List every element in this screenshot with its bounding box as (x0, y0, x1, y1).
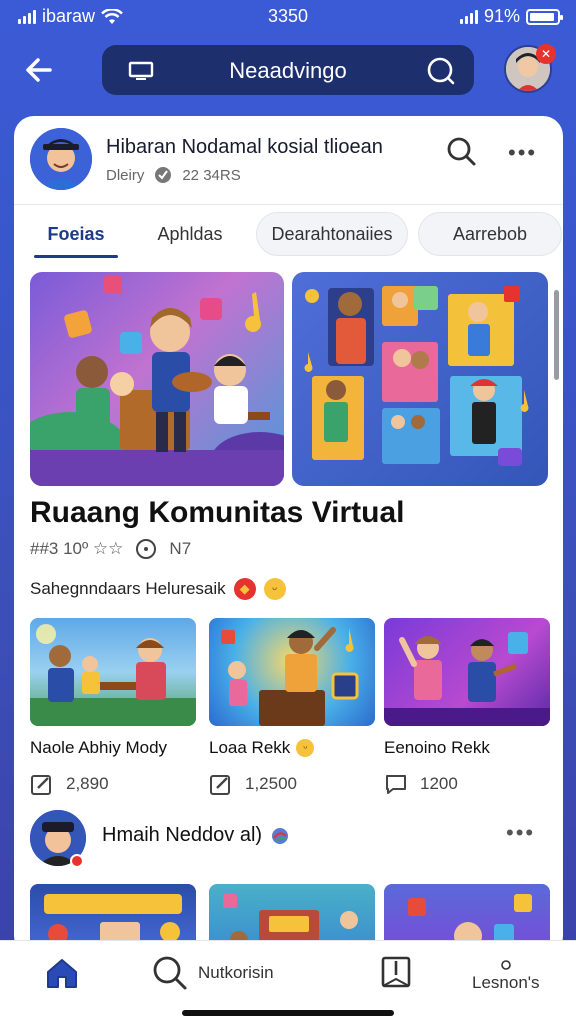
heart-emoji-icon: ◆ (233, 578, 256, 600)
post-name-row: Hmaih Neddov al) (102, 824, 290, 847)
profile-title: Hibaran Nodamal kosial tlioean (106, 136, 383, 158)
grid-count-2: 1,2500 (245, 774, 297, 793)
notification-badge: ✕ (536, 44, 556, 64)
divider (14, 204, 563, 205)
grid-count-row-2: 1,2500 (209, 772, 375, 796)
comment-icon (386, 775, 406, 794)
nav-lessons[interactable]: Lesnon's (472, 959, 540, 993)
nav-home[interactable] (44, 955, 80, 991)
online-badge (70, 854, 84, 868)
search-icon[interactable] (426, 56, 456, 86)
section-meta: #‪#3 10º ☆☆ N7 (30, 538, 191, 560)
more-options-icon[interactable]: ••• (506, 820, 535, 846)
grid-item-1[interactable]: Naole Abhiy Mody 2,890 (30, 618, 196, 796)
grid-image-3 (384, 618, 550, 726)
smile-emoji-icon: ᵕ (296, 739, 315, 757)
section-meta-tags: #‪#3 10º ☆☆ (30, 539, 124, 558)
hero-image-collage[interactable] (292, 272, 548, 486)
grid-label-2-row: Loaa Rekk ᵕ (209, 738, 375, 758)
nav-search-label: Nutkorisin (198, 963, 274, 982)
tab-foeias[interactable]: Foeias (34, 212, 118, 258)
globe-icon (272, 827, 289, 844)
status-bar: ibaraw 3350 91% (0, 0, 576, 36)
grid-count-row-3: 1200 (384, 772, 550, 796)
dot-icon (500, 960, 511, 970)
globe-icon (155, 167, 172, 183)
home-icon (47, 959, 77, 988)
card-header: Hibaran Nodamal kosial tlioean Dleiry 22… (14, 116, 563, 204)
more-options-icon[interactable]: ••• (508, 140, 537, 166)
battery-icon (526, 8, 563, 25)
tab-bar: Foeias Aphldas Dearahtonaiies Aarrebob (28, 208, 562, 260)
grid-label-3: Eenoino Rekk (384, 738, 490, 757)
hero-illustration (30, 276, 284, 486)
section-subtitle-row: Sahegnndaars Heluresaik ◆ ᵕ (30, 578, 286, 600)
edit-icon (210, 775, 230, 795)
grid-count-row-1: 2,890 (30, 772, 196, 796)
nav-bookmarks[interactable] (380, 955, 412, 991)
grid-item-3[interactable]: Eenoino Rekk 1200 (384, 618, 550, 796)
nav-lessons-label: Lesnon's (472, 973, 540, 992)
section-title: Ruaang Komunitas Virtual (30, 496, 405, 529)
main-card: Hibaran Nodamal kosial tlioean Dleiry 22… (14, 116, 563, 956)
profile-meta: Dleiry 22 34RS (106, 166, 241, 184)
profile-avatar[interactable] (30, 128, 92, 190)
section-subtitle: Sahegnndaars Heluresaik (30, 579, 226, 598)
search-icon[interactable] (446, 136, 478, 168)
collage-illustration (304, 286, 529, 466)
back-button[interactable] (18, 50, 58, 90)
home-indicator (182, 1010, 394, 1016)
scrollbar-thumb[interactable] (554, 290, 559, 380)
profile-meta-name: Dleiry (106, 166, 145, 184)
tab-dearahtonaiies[interactable]: Dearahtonaiies (256, 212, 408, 256)
clock-icon (136, 539, 157, 559)
nav-search[interactable]: Nutkorisin (152, 955, 274, 991)
tab-aphldas[interactable]: Aphldas (136, 212, 244, 256)
signal-strength-icon (459, 9, 478, 24)
hero-image-music-kids[interactable] (30, 272, 284, 486)
grid-image-1 (30, 618, 196, 726)
grid-count-3: 1200 (420, 774, 458, 793)
section-meta-count: N7 (169, 539, 192, 558)
grid-label-1: Naole Abhiy Mody (30, 738, 168, 757)
post-row[interactable]: Hmaih Neddov al) ••• (30, 810, 550, 870)
top-search-bar[interactable]: Neaadvingo (102, 45, 474, 95)
tab-aarrebob[interactable]: Aarrebob (418, 212, 562, 256)
nav-title: Neaadvingo (229, 58, 347, 83)
smile-emoji-icon: ᵕ (263, 578, 286, 600)
edit-icon (31, 775, 51, 795)
grid-item-2[interactable]: Loaa Rekk ᵕ 1,2500 (209, 618, 375, 796)
grid-image-2 (209, 618, 375, 726)
search-icon (153, 956, 187, 990)
book-icon (381, 956, 411, 988)
profile-meta-count: 22 34RS (182, 166, 241, 184)
post-name: Hmaih Neddov al) (102, 824, 263, 846)
arrow-left-icon (26, 58, 52, 82)
profile-avatar-image (30, 128, 92, 190)
grid-label-2: Loaa Rekk (209, 738, 291, 757)
battery-percent: 91% (483, 6, 520, 26)
grid-count-1: 2,890 (66, 774, 109, 793)
